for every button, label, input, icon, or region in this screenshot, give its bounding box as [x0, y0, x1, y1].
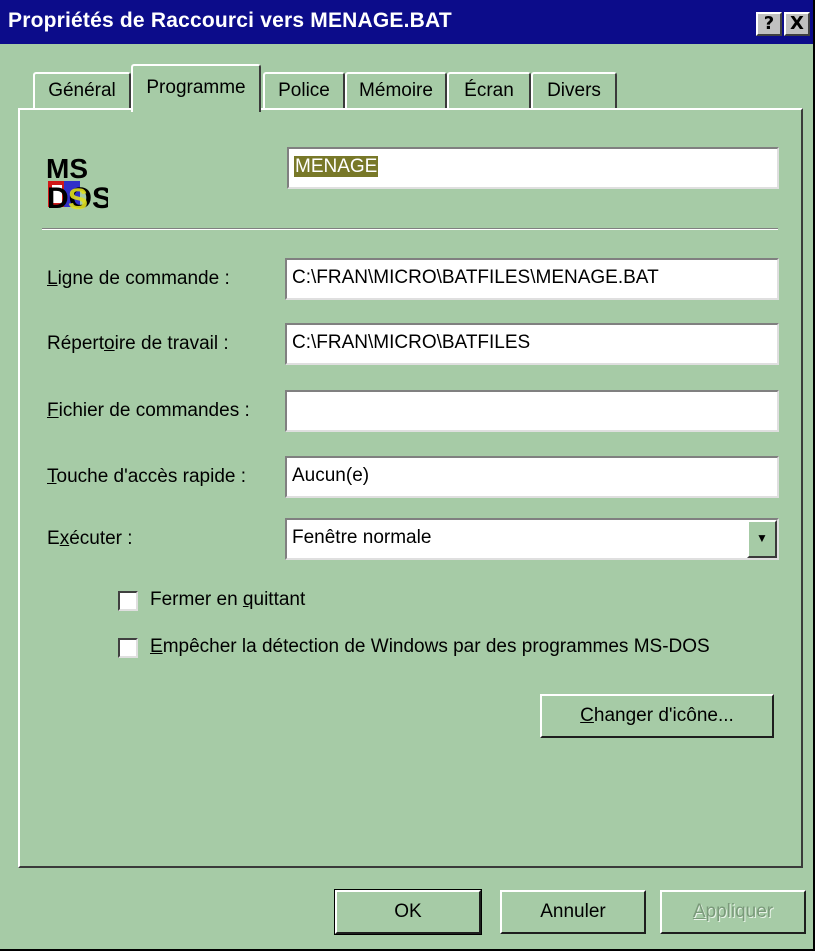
- svg-text:S: S: [68, 183, 88, 214]
- chevron-down-icon: ▼: [756, 531, 768, 545]
- help-button[interactable]: ?: [756, 12, 782, 36]
- run-mode-select[interactable]: Fenêtre normale ▼: [285, 518, 779, 560]
- ok-button[interactable]: OK: [334, 889, 482, 935]
- prevent-detection-label[interactable]: Empêcher la détection de Windows par des…: [150, 636, 710, 658]
- change-icon-button[interactable]: Changer d'icône...: [540, 694, 774, 738]
- run-label: Exécuter :: [47, 528, 133, 549]
- dropdown-arrow-button[interactable]: ▼: [747, 520, 777, 558]
- tab-programme[interactable]: Programme: [131, 64, 261, 112]
- working-directory-label: Répertoire de travail :: [47, 333, 229, 354]
- tab-divers[interactable]: Divers: [531, 72, 617, 110]
- tab-ecran[interactable]: Écran: [447, 72, 531, 110]
- command-line-input[interactable]: C:\FRAN\MICRO\BATFILES\MENAGE.BAT: [285, 258, 779, 300]
- run-mode-value: Fenêtre normale: [292, 527, 432, 548]
- cancel-button[interactable]: Annuler: [500, 890, 646, 934]
- program-name-selection: MENAGE: [294, 156, 379, 177]
- svg-text:MS: MS: [46, 153, 88, 184]
- properties-dialog: Propriétés de Raccourci vers MENAGE.BAT …: [0, 0, 815, 951]
- tab-police[interactable]: Police: [263, 72, 345, 110]
- prevent-detection-checkbox[interactable]: [118, 638, 138, 658]
- separator-highlight: [42, 229, 778, 230]
- close-on-exit-checkbox[interactable]: [118, 591, 138, 611]
- program-name-input[interactable]: MENAGE: [287, 147, 779, 189]
- close-on-exit-label[interactable]: Fermer en quittant: [150, 589, 305, 611]
- tab-memoire[interactable]: Mémoire: [345, 72, 447, 110]
- window-title: Propriétés de Raccourci vers MENAGE.BAT: [8, 9, 452, 32]
- batch-file-label: Fichier de commandes :: [47, 400, 250, 421]
- ms-dos-icon: MS DOS S: [46, 153, 108, 214]
- programme-panel: MS DOS S MENAGE Ligne de commande : C:\F…: [18, 108, 803, 868]
- command-line-label: Ligne de commande :: [47, 268, 230, 289]
- title-bar[interactable]: Propriétés de Raccourci vers MENAGE.BAT …: [0, 0, 813, 44]
- working-directory-input[interactable]: C:\FRAN\MICRO\BATFILES: [285, 323, 779, 365]
- shortcut-key-input[interactable]: Aucun(e): [285, 456, 779, 498]
- shortcut-key-label: Touche d'accès rapide :: [47, 466, 247, 487]
- close-button[interactable]: X: [784, 12, 810, 36]
- apply-button[interactable]: Appliquer: [660, 890, 806, 934]
- tab-general[interactable]: Général: [33, 72, 131, 110]
- batch-file-input[interactable]: [285, 390, 779, 432]
